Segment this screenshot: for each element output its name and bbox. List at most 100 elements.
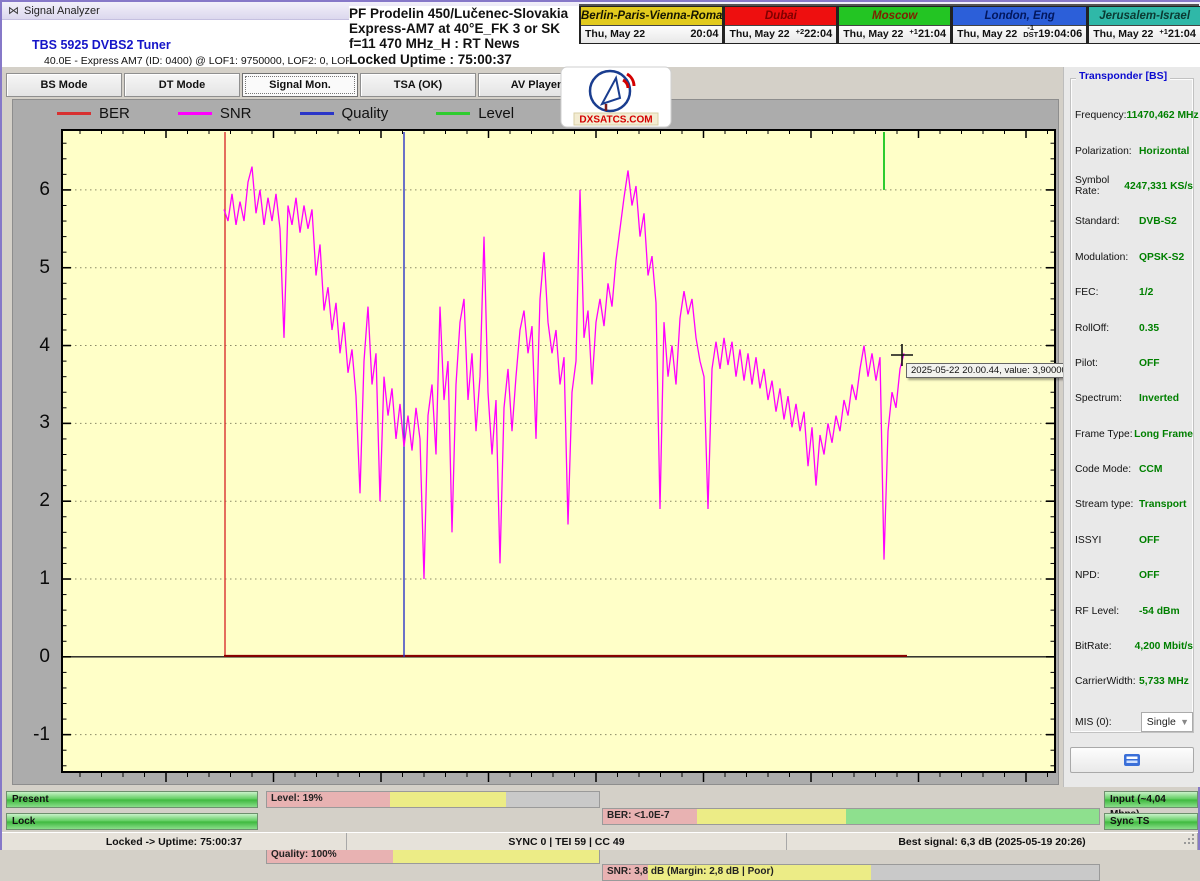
transponder-value: Horizontal [1139, 146, 1189, 157]
clock-time: Thu, May 22 +121:04 [1089, 26, 1200, 43]
clock-value: 21:04 [1168, 28, 1196, 40]
legend-label: BER [99, 105, 130, 122]
legend-swatch [436, 112, 470, 115]
clock-city: Moscow [839, 7, 950, 26]
transponder-row: CarrierWidth:5,733 MHz [1075, 664, 1193, 699]
resize-grip[interactable] [1184, 834, 1196, 846]
clock-value: 22:04 [804, 28, 832, 40]
indicator-bar: Level: 19% [266, 791, 600, 808]
transponder-value: OFF [1139, 358, 1160, 369]
chart-legend: BER SNR Quality Level [57, 105, 562, 122]
bar-segment [846, 809, 1099, 824]
legend-label: Level [478, 105, 514, 122]
clock-city: Jerusalem-Israel [1089, 7, 1200, 26]
signal-chart[interactable] [62, 130, 1055, 785]
clock-date: Thu, May 22 [1093, 28, 1153, 40]
transponder-label: Stream type: [1075, 499, 1139, 510]
transponder-label: RF Level: [1075, 606, 1139, 617]
transponder-label: Symbol Rate: [1075, 175, 1124, 197]
transponder-value: Inverted [1139, 393, 1179, 404]
indicator-bar-label: Quality: 100% [271, 849, 337, 860]
transponder-label: Pilot: [1075, 358, 1139, 369]
y-tick-label-2: 2 [16, 490, 50, 512]
list-icon [1124, 754, 1140, 766]
transponder-value: 4247,331 KS/s [1124, 181, 1193, 192]
transponder-value: CCM [1139, 464, 1162, 475]
clock-city: Dubai [725, 7, 836, 26]
clock-value: 19:04:06 [1038, 28, 1082, 40]
clock-utc-offset: +1 [909, 28, 918, 35]
transponder-label: Code Mode: [1075, 464, 1139, 475]
mis-selected-value: Single [1147, 716, 1176, 728]
tab-signal-mon-[interactable]: Signal Mon. [242, 73, 358, 97]
clock-time: Thu, May 22+222:04 [725, 26, 836, 43]
clock-date: Thu, May 22 [843, 28, 903, 40]
tab-dt-mode[interactable]: DT Mode [124, 73, 240, 97]
clock-time: Thu, May 22 +121:04 [839, 26, 950, 43]
mis-row: MIS (0): Single ▼ [1075, 712, 1193, 732]
bar-segment [697, 809, 846, 824]
transponder-row: NPD:OFF [1075, 558, 1193, 593]
transponder-label: Frequency: [1075, 110, 1127, 121]
transponder-row: Polarization:Horizontal [1075, 133, 1193, 168]
clock-city: London, Eng [953, 7, 1086, 26]
state-button-input-4-04-mbps-: Input (~4,04 Mbps) [1104, 791, 1198, 808]
annotation-line-1: PF Prodelin 450/Lučenec-Slovakia [349, 6, 579, 21]
transponder-value: Transport [1139, 499, 1187, 510]
annotation-line-3: f=11 470 MHz_H : RT News [349, 36, 579, 51]
bar-segment [390, 792, 506, 807]
transponder-label: NPD: [1075, 570, 1139, 581]
status-bar: Locked -> Uptime: 75:00:37SYNC 0 | TEI 5… [2, 832, 1198, 850]
transponder-value: 1/2 [1139, 287, 1153, 298]
legend-swatch [178, 112, 212, 115]
legend-label: Quality [342, 105, 389, 122]
y-tick-label--1: -1 [16, 724, 50, 746]
tab-bs-mode[interactable]: BS Mode [6, 73, 122, 97]
clock-utc-offset: -1DST [1023, 24, 1038, 38]
signal-analyzer-window: { "window": { "title": "Signal Analyzer"… [0, 0, 1200, 850]
plot-area[interactable] [62, 130, 1055, 785]
transponder-row: Pilot:OFF [1075, 346, 1193, 381]
state-button-lock: Lock [6, 813, 258, 830]
indicator-bar-label: SNR: 3,8 dB (Margin: 2,8 dB | Poor) [607, 866, 774, 877]
clock-value: 20:04 [690, 28, 718, 40]
transponder-value: 0.35 [1139, 323, 1159, 334]
annotation-block: PF Prodelin 450/Lučenec-SlovakiaExpress-… [349, 6, 579, 67]
world-clocks: Berlin-Paris-Vienna-RomaThu, May 2220:04… [579, 4, 1199, 44]
clock-2: Moscow Thu, May 22 +121:04 [837, 6, 951, 44]
y-tick-label-5: 5 [16, 257, 50, 279]
transponder-label: Spectrum: [1075, 393, 1139, 404]
bar-segment [506, 792, 599, 807]
transponder-row: BitRate:4,200 Mbit/s [1075, 629, 1193, 664]
clock-value: 21:04 [918, 28, 946, 40]
clock-4: Jerusalem-Israel Thu, May 22 +121:04 [1087, 6, 1200, 44]
mis-dropdown[interactable]: Single ▼ [1141, 712, 1193, 732]
stream-info-button[interactable] [1070, 747, 1194, 773]
legend-item-snr: SNR [178, 105, 252, 122]
transponder-row: Symbol Rate:4247,331 KS/s [1075, 169, 1193, 204]
bar-segment [393, 848, 599, 863]
legend-swatch [300, 112, 334, 115]
device-name: TBS 5925 DVBS2 Tuner [32, 38, 171, 52]
transponder-row: Frequency:11470,462 MHz [1075, 98, 1193, 133]
clock-utc-offset: +1 [1159, 28, 1168, 35]
transponder-row: FEC:1/2 [1075, 275, 1193, 310]
clock-date: Thu, May 22 [957, 28, 1017, 40]
transponder-label: CarrierWidth: [1075, 676, 1139, 687]
clock-0: Berlin-Paris-Vienna-RomaThu, May 2220:04 [579, 6, 723, 44]
clock-utc-offset: +2 [796, 28, 805, 35]
window-title: Signal Analyzer [24, 5, 100, 17]
tab-bar: BS ModeDT ModeSignal Mon.TSA (OK)AV Play… [6, 73, 596, 99]
indicator-bar-label: BER: <1.0E-7 [607, 810, 670, 821]
transponder-label: FEC: [1075, 287, 1139, 298]
legend-item-ber: BER [57, 105, 130, 122]
transponder-label: Standard: [1075, 216, 1139, 227]
state-button-present: Present [6, 791, 258, 808]
annotation-line-2: Express-AM7 at 40°E_FK 3 or SK [349, 21, 579, 36]
indicator-bar: SNR: 3,8 dB (Margin: 2,8 dB | Poor) [602, 864, 1100, 881]
transponder-row: ISSYIOFF [1075, 523, 1193, 558]
tab-tsa-ok-[interactable]: TSA (OK) [360, 73, 476, 97]
transponder-row: Code Mode:CCM [1075, 452, 1193, 487]
transponder-value: 4,200 Mbit/s [1135, 641, 1193, 652]
transponder-label: ISSYI [1075, 535, 1139, 546]
